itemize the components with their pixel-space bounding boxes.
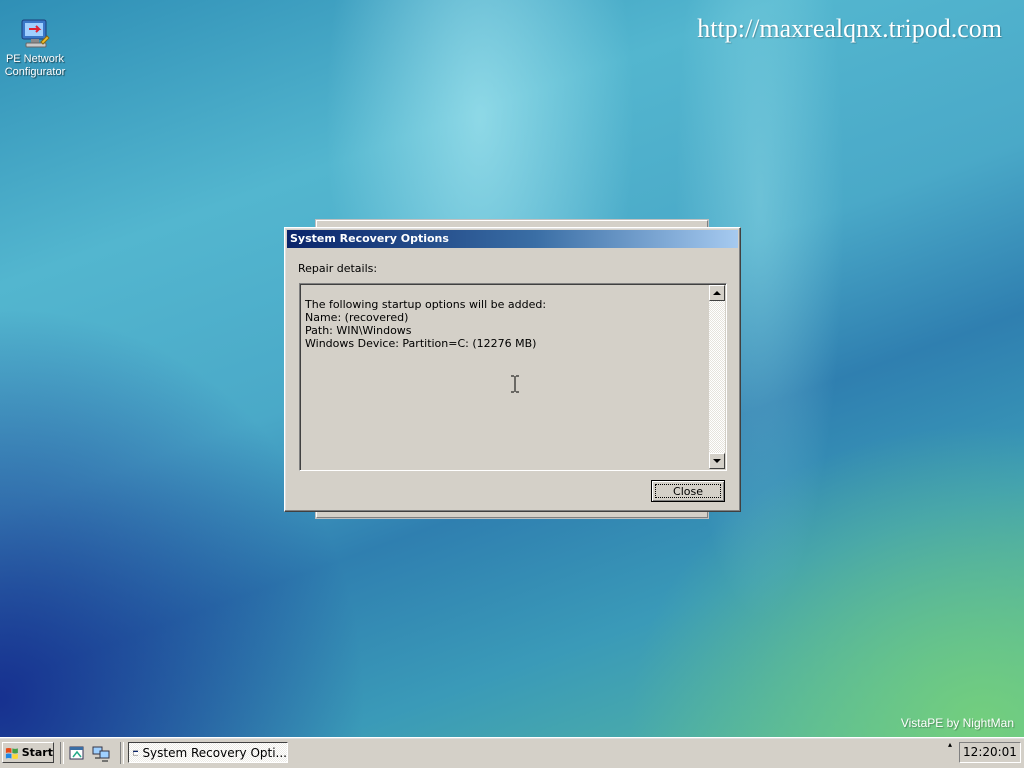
show-desktop-icon[interactable] [68, 744, 86, 762]
dialog-titlebar[interactable]: System Recovery Options [287, 230, 738, 248]
window-icon [133, 750, 139, 755]
taskbar: Start System Recovery Opti... ▴ 12:20:01 [0, 737, 1024, 768]
vertical-scrollbar[interactable] [709, 285, 725, 469]
scroll-down-button[interactable] [709, 453, 725, 469]
details-line: Name: (recovered) [305, 311, 409, 324]
details-line: The following startup options will be ad… [305, 298, 547, 311]
windows-flag-icon [5, 747, 18, 759]
website-url-text: http://maxrealqnx.tripod.com [697, 14, 1002, 43]
repair-details-label: Repair details: [298, 262, 378, 275]
arrow-down-icon [713, 459, 721, 463]
arrow-up-icon [713, 291, 721, 295]
icon-label-line1: PE Network [5, 53, 65, 65]
vistape-brand-text: VistaPE by NightMan [900, 716, 1014, 730]
network-icon[interactable] [92, 744, 110, 762]
close-button[interactable]: Close [651, 480, 725, 502]
taskbar-window-label: System Recovery Opti... [142, 745, 287, 760]
details-line: Windows Device: Partition=C: (12276 MB) [305, 337, 537, 350]
network-configurator-icon [21, 19, 50, 48]
text-cursor-icon [511, 375, 519, 393]
taskbar-window-button[interactable]: System Recovery Opti... [128, 742, 288, 763]
start-label: Start [21, 746, 53, 759]
dialog-title: System Recovery Options [290, 232, 449, 245]
close-button-label: Close [655, 484, 721, 498]
pe-network-configurator-shortcut[interactable]: PE Network Configurator [4, 18, 66, 79]
scroll-up-button[interactable] [709, 285, 725, 301]
tray-grip-icon: ▴ [948, 740, 953, 749]
system-recovery-dialog: System Recovery Options Repair details: … [284, 227, 741, 512]
start-button[interactable]: Start [2, 742, 54, 763]
taskbar-separator [120, 742, 124, 764]
clock[interactable]: 12:20:01 [959, 742, 1021, 763]
details-line: Path: WIN\Windows [305, 324, 412, 337]
taskbar-separator [60, 742, 64, 764]
repair-details-content: The following startup options will be ad… [305, 298, 704, 350]
icon-label-line2: Configurator [4, 66, 66, 78]
